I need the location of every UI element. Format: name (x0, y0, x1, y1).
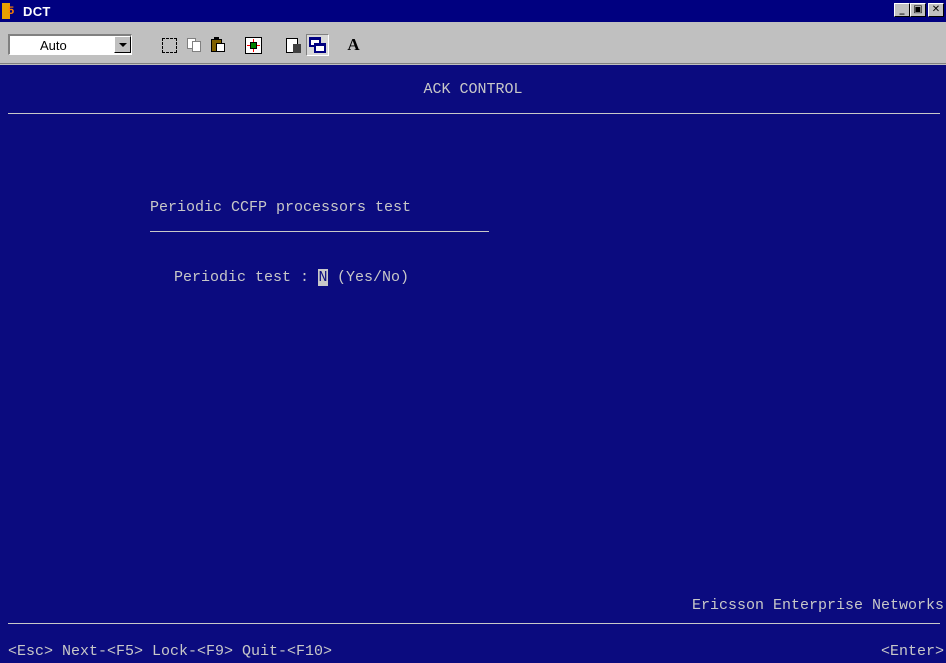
properties-icon (285, 37, 302, 54)
background-button[interactable] (306, 34, 329, 56)
toolbar: Auto A (0, 22, 946, 64)
properties-button[interactable] (282, 34, 305, 56)
select-icon (162, 37, 177, 53)
fullscreen-icon (245, 36, 262, 54)
periodic-test-label: Periodic test : (174, 269, 319, 286)
screen-header: ACK CONTROL (423, 81, 523, 98)
font-size-value: Auto (40, 38, 67, 53)
maximize-button[interactable]: ▣ (910, 3, 926, 17)
section-divider (150, 231, 489, 232)
copy-icon (186, 37, 202, 53)
enter-hint: <Enter> (880, 643, 944, 660)
minimize-button[interactable]: _ (894, 3, 910, 17)
close-button[interactable]: ✕ (928, 3, 944, 17)
fullscreen-button[interactable] (242, 34, 265, 56)
title-bar: 5 DCT _ ▣ ✕ (0, 0, 946, 22)
window-title: DCT (23, 3, 51, 19)
periodic-test-row: Periodic test : N (Yes/No) (174, 269, 409, 286)
font-icon: A (347, 35, 360, 54)
header-divider (8, 113, 940, 114)
periodic-test-input[interactable]: N (318, 269, 329, 286)
font-button[interactable]: A (342, 34, 365, 56)
font-size-select[interactable]: Auto (8, 34, 132, 55)
paste-icon (210, 37, 226, 53)
background-icon (308, 36, 327, 54)
copy-button[interactable] (182, 34, 205, 56)
paste-button[interactable] (206, 34, 229, 56)
chevron-down-icon[interactable] (114, 36, 131, 53)
mark-text-button[interactable] (158, 34, 181, 56)
periodic-test-hint: (Yes/No) (328, 269, 410, 286)
app-icon[interactable]: 5 (2, 2, 20, 20)
key-hints: <Esc> Next-<F5> Lock-<F9> Quit-<F10> (8, 643, 333, 660)
brand-text: Ericsson Enterprise Networks (691, 597, 944, 614)
footer-divider (8, 623, 940, 624)
terminal-screen[interactable]: ACK CONTROL Periodic CCFP processors tes… (0, 65, 946, 663)
window-controls: _ ▣ ✕ (894, 3, 944, 17)
section-title: Periodic CCFP processors test (150, 199, 412, 216)
